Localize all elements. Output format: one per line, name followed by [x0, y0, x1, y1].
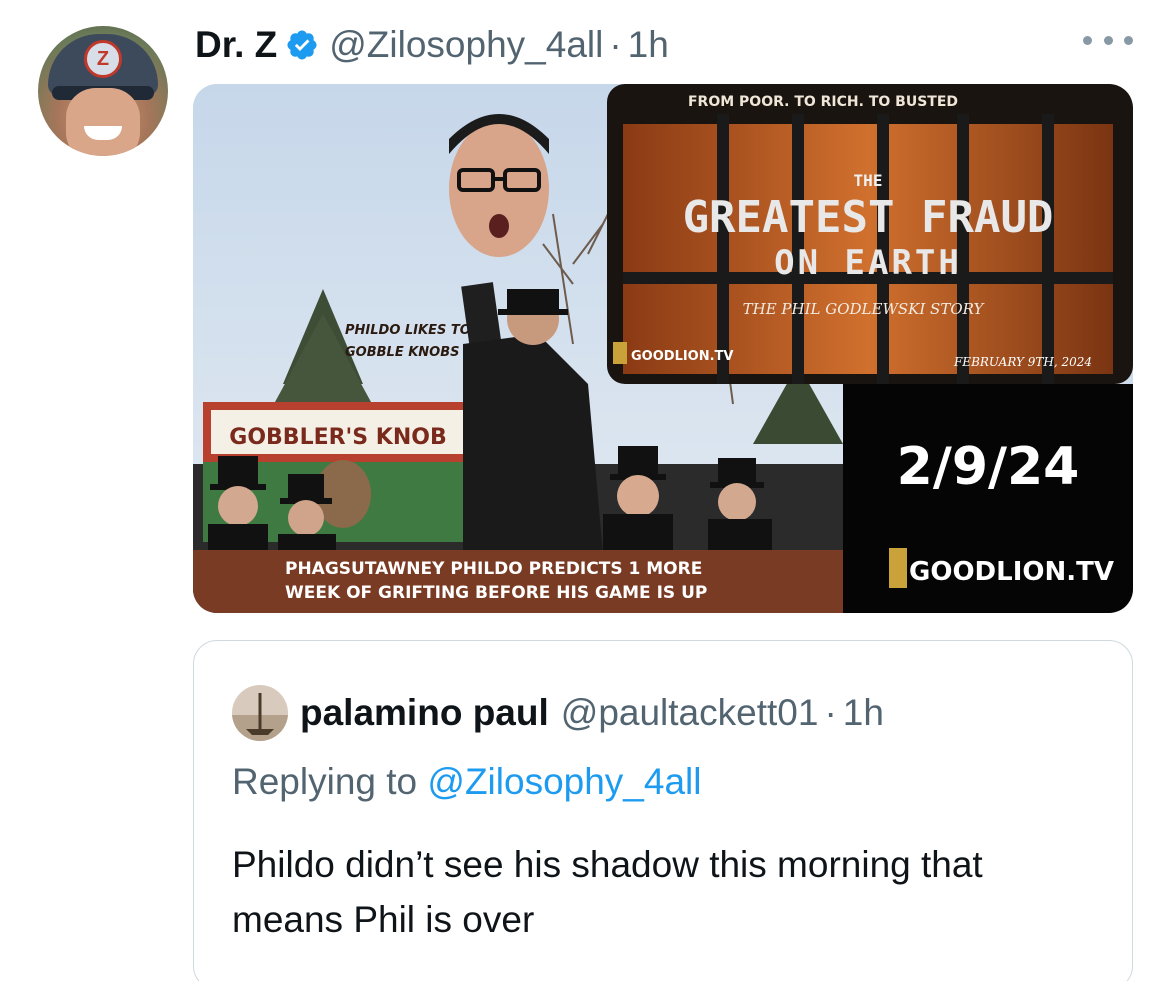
more-dot	[1083, 35, 1092, 45]
poster-title-line1: GREATEST FRAUD	[683, 192, 1054, 243]
poster-brand: GOODLION.TV	[631, 349, 733, 364]
quoted-tweet[interactable]: palamino paul @paultackett01 · 1h Replyi…	[193, 640, 1133, 981]
left-caption-line1: PHILDO LIKES TO	[345, 323, 471, 338]
quoted-author-name[interactable]: palamino paul	[300, 692, 549, 734]
poster-title-line2: ON EARTH	[774, 243, 962, 283]
avatar-face	[66, 88, 140, 156]
tweet[interactable]: Z Dr. Z @Zilosophy_4all · 1h GOBBLER'S K…	[0, 0, 1170, 981]
quoted-tweet-text: Phildo didn’t see his shadow this mornin…	[232, 844, 983, 940]
poster-subtitle: THE PHIL GODLEWSKI STORY	[743, 300, 986, 318]
poster-the: THE	[854, 171, 883, 190]
author-avatar[interactable]: Z	[38, 26, 168, 156]
meme-image: GOBBLER'S KNOB PHILDO LIKES TO GOBBLE KN…	[193, 84, 1133, 613]
quoted-author-handle[interactable]: @paultackett01	[561, 692, 819, 734]
documentary-poster: FROM POOR. TO RICH. TO BUSTED THE GREATE…	[607, 84, 1133, 384]
author-name[interactable]: Dr. Z	[195, 24, 277, 66]
bottom-banner-line2: WEEK OF GRIFTING BEFORE HIS GAME IS UP	[285, 583, 707, 603]
big-brand: GOODLION.TV	[909, 557, 1114, 587]
poster-tagline: FROM POOR. TO RICH. TO BUSTED	[688, 94, 958, 110]
quoted-author-avatar[interactable]	[232, 685, 288, 741]
replying-handle-link[interactable]: @Zilosophy_4all	[427, 761, 701, 802]
tweet-header: Dr. Z @Zilosophy_4all · 1h	[195, 20, 669, 70]
svg-text:GOBBLER'S KNOB: GOBBLER'S KNOB	[229, 425, 446, 450]
quoted-tweet-time[interactable]: 1h	[843, 692, 884, 734]
pasted-face	[449, 114, 549, 257]
replying-prefix: Replying to	[232, 761, 428, 802]
separator-dot: ·	[824, 692, 837, 733]
more-dot	[1124, 35, 1133, 45]
lion-logo-icon	[889, 548, 907, 588]
bottom-banner-line1: PHAGSUTAWNEY PHILDO PREDICTS 1 MORE	[285, 559, 702, 579]
left-caption-line2: GOBBLE KNOBS	[345, 345, 460, 360]
avatar-cap-logo: Z	[84, 40, 122, 78]
replying-to: Replying to @Zilosophy_4all	[232, 761, 701, 803]
quoted-tweet-header: palamino paul @paultackett01 · 1h	[232, 685, 884, 741]
more-dot	[1103, 35, 1113, 45]
big-date: 2/9/24	[897, 437, 1080, 497]
separator-dot: ·	[609, 24, 622, 65]
author-handle[interactable]: @Zilosophy_4all	[329, 24, 603, 66]
tweet-media-image[interactable]: GOBBLER'S KNOB PHILDO LIKES TO GOBBLE KN…	[193, 84, 1133, 613]
poster-date: FEBRUARY 9TH, 2024	[953, 355, 1092, 369]
tweet-time[interactable]: 1h	[628, 24, 669, 66]
more-icon[interactable]	[1083, 30, 1133, 50]
verified-badge-icon[interactable]	[285, 28, 319, 62]
